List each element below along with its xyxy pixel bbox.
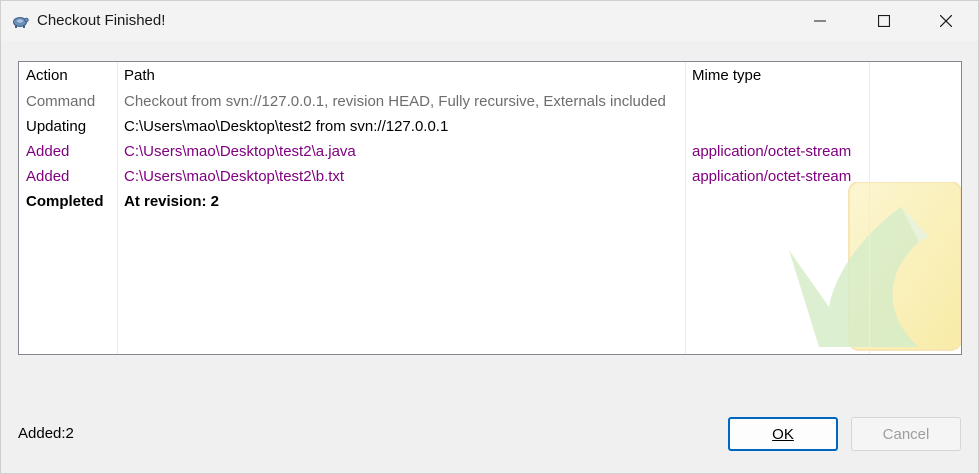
row-action[interactable]: Updating bbox=[26, 117, 86, 137]
status-summary: Added:2 bbox=[18, 425, 74, 442]
row-action[interactable]: Command bbox=[26, 92, 95, 112]
row-path[interactable]: At revision: 2 bbox=[124, 192, 219, 212]
row-action[interactable]: Completed bbox=[26, 192, 104, 212]
title-bar[interactable]: Checkout Finished! bbox=[1, 1, 978, 41]
ok-button-label: OK bbox=[772, 425, 794, 443]
column-header-action[interactable]: Action bbox=[26, 66, 68, 86]
maximize-icon bbox=[878, 15, 890, 27]
checkout-dialog: Checkout Finished! Action Path Mime type… bbox=[0, 0, 979, 474]
row-path[interactable]: C:\Users\mao\Desktop\test2 from svn://12… bbox=[124, 117, 448, 137]
column-divider[interactable] bbox=[117, 62, 118, 354]
row-path[interactable]: Checkout from svn://127.0.0.1, revision … bbox=[124, 92, 666, 112]
close-icon bbox=[940, 15, 952, 27]
column-header-path[interactable]: Path bbox=[124, 66, 155, 86]
row-action[interactable]: Added bbox=[26, 167, 69, 187]
row-path[interactable]: C:\Users\mao\Desktop\test2\a.java bbox=[124, 142, 356, 162]
row-path[interactable]: C:\Users\mao\Desktop\test2\b.txt bbox=[124, 167, 344, 187]
cancel-button-label: Cancel bbox=[882, 425, 930, 443]
ok-button[interactable]: OK bbox=[728, 417, 838, 451]
cancel-button[interactable]: Cancel bbox=[851, 417, 961, 451]
row-action[interactable]: Added bbox=[26, 142, 69, 162]
tortoise-icon bbox=[13, 17, 29, 28]
minimize-button[interactable] bbox=[788, 1, 852, 41]
checkout-watermark-icon bbox=[789, 182, 961, 351]
close-button[interactable] bbox=[914, 1, 978, 41]
column-header-mime-type[interactable]: Mime type bbox=[692, 66, 761, 86]
row-mime-type[interactable]: application/octet-stream bbox=[692, 142, 851, 162]
result-list[interactable]: Action Path Mime type Command Checkout f… bbox=[18, 61, 962, 355]
column-divider[interactable] bbox=[685, 62, 686, 354]
minimize-icon bbox=[814, 20, 826, 22]
window-title: Checkout Finished! bbox=[37, 12, 166, 29]
column-divider[interactable] bbox=[869, 62, 870, 354]
row-mime-type[interactable]: application/octet-stream bbox=[692, 167, 851, 187]
maximize-button[interactable] bbox=[852, 1, 916, 41]
